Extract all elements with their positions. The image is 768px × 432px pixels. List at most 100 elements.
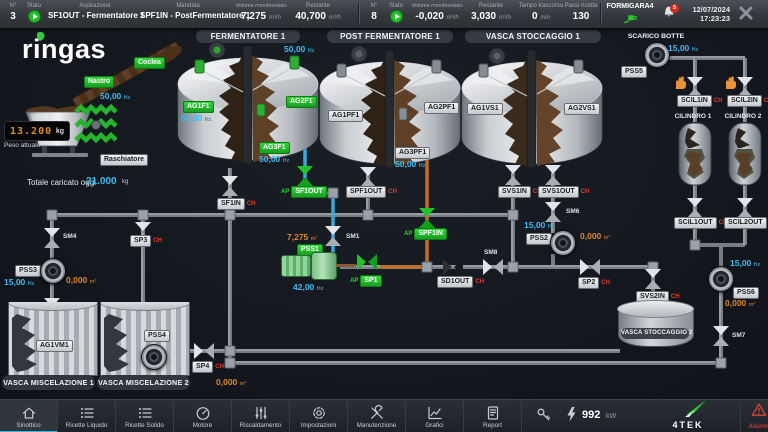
play-status-icon: [27, 10, 41, 23]
header-divider: [358, 3, 359, 25]
sp1-tag[interactable]: AP SP1: [350, 275, 382, 287]
sm1-valve[interactable]: [325, 226, 341, 246]
scil1out-valve[interactable]: [687, 198, 703, 218]
spf1in-valve[interactable]: [419, 208, 435, 228]
cilindro2-vessel[interactable]: [728, 122, 762, 186]
pss1-motor[interactable]: [281, 255, 311, 277]
vs2-tank-top: [617, 300, 694, 318]
nav-right-zone: 992 kW 4TEK Allarmi: [522, 400, 768, 432]
spf1out-valve[interactable]: [360, 167, 376, 187]
tab-report[interactable]: Report: [464, 400, 522, 432]
scil1in-valve[interactable]: [687, 77, 703, 97]
scil1in-tag[interactable]: SCIL1IN CH: [677, 95, 723, 107]
sf1out-valve[interactable]: [297, 166, 313, 186]
pss5-label[interactable]: PSS5: [621, 66, 647, 78]
nastro-label[interactable]: Nastro: [84, 76, 115, 88]
alarm-bell-button[interactable]: 5: [662, 4, 682, 23]
tab-grafici[interactable]: Grafici: [406, 400, 464, 432]
ag1vs1-label[interactable]: AG1VS1: [467, 103, 503, 115]
coclea-label[interactable]: Coclea: [134, 57, 165, 69]
raschiatore-label[interactable]: Raschiatore: [100, 154, 149, 166]
close-button[interactable]: [738, 5, 756, 23]
ag2f1-label[interactable]: AG2F1: [286, 96, 317, 108]
tab-motore[interactable]: Motore: [174, 400, 232, 432]
pss6-frequency: 15,00 Hz: [730, 258, 761, 268]
tab-ricette-liquido[interactable]: Ricette Liquido: [58, 400, 116, 432]
pss2-pump[interactable]: [550, 230, 576, 256]
vendor-logo-text: 4TEK: [672, 420, 704, 430]
scil2out-valve[interactable]: [737, 198, 753, 218]
cilindro2-title: CILINDRO 2: [724, 113, 762, 120]
spf1in-tag[interactable]: AP SPF1IN: [404, 228, 447, 240]
scil1out-tag[interactable]: SCIL1OUT CH: [674, 217, 727, 229]
chart-icon: [427, 406, 442, 419]
tab-impostazioni[interactable]: Impostazioni: [290, 400, 348, 432]
pss1-pump-body[interactable]: [311, 252, 337, 280]
svs1out-tag[interactable]: SVS1OUT CH: [538, 186, 589, 198]
pss3-pump[interactable]: [40, 258, 66, 284]
sd1out-valve[interactable]: [443, 259, 463, 275]
scil2out-tag[interactable]: SCIL2OUTCH: [724, 217, 768, 229]
key-icon[interactable]: [536, 407, 552, 423]
cilindro1-vessel[interactable]: [678, 122, 712, 186]
tab-manutenzione[interactable]: Manutenzione: [348, 400, 406, 432]
ag1pf1-label[interactable]: AG1PF1: [328, 110, 364, 122]
gear-icon: [312, 406, 325, 419]
screw-conveyor-graphic: [74, 104, 118, 144]
ag2pf1-label[interactable]: AG2PF1: [424, 102, 460, 114]
ag3f1-label[interactable]: AG3F1: [259, 142, 290, 154]
sp3-tag[interactable]: SP3 CH: [130, 235, 162, 247]
ag1f1-label[interactable]: AG1F1: [183, 101, 214, 113]
sm4-valve[interactable]: [44, 228, 60, 248]
restante-left: Restante 40,700 m³/h: [295, 3, 341, 22]
tab-ricette-solido[interactable]: Ricette Solido: [116, 400, 174, 432]
sp2-tag[interactable]: SP2 CH: [578, 277, 610, 289]
svs1out-valve[interactable]: [545, 165, 561, 185]
sf1in-tag[interactable]: SF1IN CH: [217, 198, 256, 210]
restante-right: Restante 3,030 m³/h: [471, 3, 511, 22]
sf1out-tag[interactable]: AP SF1OUT: [281, 186, 327, 198]
pss3-label[interactable]: PSS3: [15, 265, 41, 277]
vasca-miscelazione1-tank[interactable]: [8, 302, 98, 376]
spf1out-tag[interactable]: SPF1OUT CH: [346, 186, 397, 198]
sm7-valve[interactable]: [713, 326, 729, 346]
sm1-label: SM1: [346, 233, 360, 240]
ag2vs1-label[interactable]: AG2VS1: [564, 103, 600, 115]
pss4-pump[interactable]: [141, 344, 167, 370]
sm6-valve[interactable]: [545, 202, 561, 222]
pss6-pump[interactable]: [708, 266, 734, 292]
sp4-tag[interactable]: SP4 CH: [192, 361, 224, 373]
sd1out-tag[interactable]: SD1OUT CH: [437, 276, 484, 288]
pss1-volume: 7,275 m³: [287, 232, 318, 242]
vasca-stoccaggio2-title: VASCA STOCCAGGIO 2: [621, 328, 692, 339]
warning-triangle-icon: [751, 403, 767, 416]
allarmi-label: Allarmi: [748, 423, 768, 430]
sp2-valve[interactable]: [580, 259, 600, 275]
svs1in-tag[interactable]: SVS1INCH: [498, 186, 542, 198]
plug-connected-icon: [623, 15, 637, 24]
ag1vm1-label[interactable]: AG1VM1: [36, 340, 73, 352]
pss2-label[interactable]: PSS2: [526, 233, 552, 245]
sf1in-valve[interactable]: [222, 176, 238, 196]
ag3pf1-frequency: 50,00 Hz: [395, 159, 426, 169]
sp1-valve[interactable]: [357, 254, 377, 270]
tab-sinottico[interactable]: Sinottico: [0, 400, 58, 432]
mandata-field: Mandata SPF1IN - PostFermentatore 1: [140, 3, 251, 20]
tab-allarmi[interactable]: Allarmi: [740, 402, 768, 432]
tempo-trascorso-field: Tempo trascorso 0 min: [518, 3, 564, 22]
manual-hand-icon: [676, 76, 686, 89]
document-icon: [487, 405, 498, 420]
tab-riscaldamento[interactable]: Riscaldamento: [232, 400, 290, 432]
scil2in-valve[interactable]: [737, 77, 753, 97]
pss5-pump[interactable]: [644, 42, 670, 68]
svs2in-valve[interactable]: [645, 269, 661, 289]
svs1in-valve[interactable]: [505, 165, 521, 185]
sp4-valve[interactable]: [194, 343, 214, 359]
ag3pf1-label[interactable]: AG3PF1: [395, 147, 431, 159]
scil2in-tag[interactable]: SCIL2INCH: [727, 95, 768, 107]
power-value: 992: [582, 409, 601, 421]
status-left: Stato: [22, 3, 46, 28]
sm8-valve[interactable]: [483, 259, 503, 275]
pss4-label[interactable]: PSS4: [144, 330, 170, 342]
pss1-shaft: [336, 264, 356, 267]
